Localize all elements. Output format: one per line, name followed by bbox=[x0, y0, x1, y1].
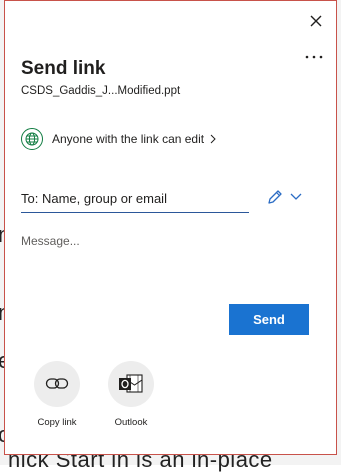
copy-link-icon bbox=[34, 361, 80, 407]
dialog-title: Send link bbox=[21, 58, 106, 79]
link-permission-label: Anyone with the link can edit bbox=[52, 132, 205, 146]
message-field[interactable] bbox=[21, 234, 321, 284]
file-name: CSDS_Gaddis_J...Modified.ppt bbox=[21, 85, 181, 97]
close-icon bbox=[310, 15, 322, 27]
send-link-dialog: Send link CSDS_Gaddis_J...Modified.ppt A… bbox=[4, 0, 337, 455]
more-icon bbox=[305, 55, 323, 59]
close-button[interactable] bbox=[306, 11, 326, 31]
outlook-option[interactable]: Outlook bbox=[101, 361, 161, 428]
copy-link-label: Copy link bbox=[37, 417, 77, 428]
globe-icon bbox=[21, 128, 43, 150]
recipient-input[interactable] bbox=[21, 184, 249, 213]
link-permission-button[interactable]: Anyone with the link can edit bbox=[21, 126, 216, 152]
outlook-icon bbox=[108, 361, 154, 407]
chevron-down-icon[interactable] bbox=[289, 191, 303, 203]
pencil-icon[interactable] bbox=[266, 188, 284, 206]
copy-link-option[interactable]: Copy link bbox=[27, 361, 87, 428]
more-options-button[interactable] bbox=[302, 49, 326, 65]
send-button[interactable]: Send bbox=[229, 304, 309, 335]
chevron-right-icon bbox=[210, 134, 216, 144]
outlook-label: Outlook bbox=[114, 417, 148, 428]
